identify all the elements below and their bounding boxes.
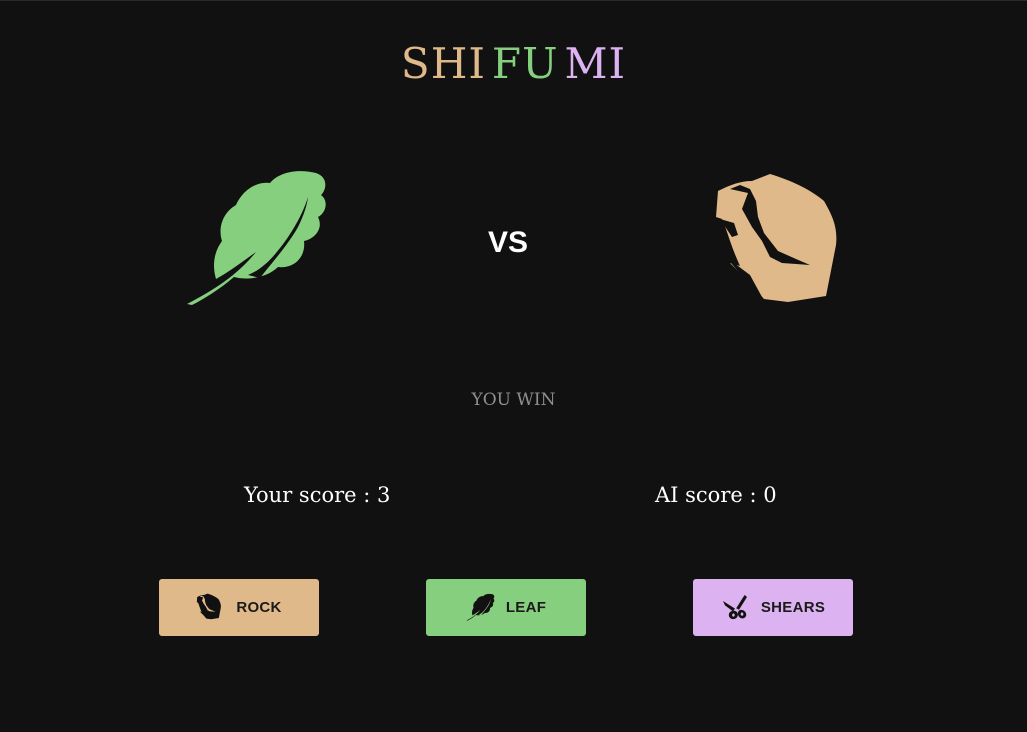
rock-button-label: ROCK [236,599,282,616]
shears-button[interactable]: SHEARS [693,579,853,636]
game-title: SHI FU MI [0,39,1027,89]
leaf-button-label: LEAF [505,599,547,616]
rock-button[interactable]: ROCK [159,579,319,636]
shears-button-label: SHEARS [760,599,826,616]
leaf-icon [466,593,496,623]
title-part-mi: MI [564,39,627,88]
ai-score: AI score : 0 [655,483,777,507]
player-score: Your score : 3 [244,483,391,507]
leaf-button[interactable]: LEAF [426,579,586,636]
result-text: YOU WIN [471,390,556,410]
title-part-fu: FU [491,39,559,88]
player-choice-leaf-icon [184,167,334,317]
rock-icon [196,593,226,623]
shears-icon [721,593,751,623]
title-part-shi: SHI [400,39,486,88]
vs-label: VS [487,226,529,259]
ai-choice-rock-icon [712,171,862,321]
